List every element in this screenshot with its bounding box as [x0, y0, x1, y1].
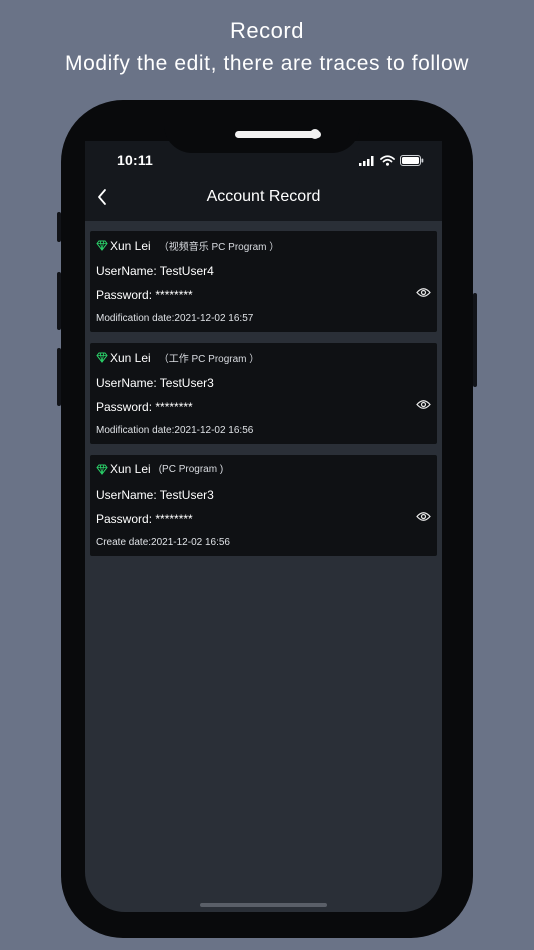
eye-icon [415, 285, 431, 303]
record-username: UserName: TestUser3 [96, 488, 214, 502]
eye-icon [415, 397, 431, 415]
phone-frame: 10:11 Account Record Xun Lei （视频音乐 PC Pr… [57, 100, 477, 938]
volume-up-button [57, 272, 61, 330]
status-time: 10:11 [117, 152, 154, 168]
record-name: Xun Lei [110, 350, 151, 365]
battery-icon [400, 153, 424, 171]
status-icons [359, 153, 424, 171]
record-category: （视频音乐 PC Program ） [158, 242, 280, 253]
power-button [473, 293, 477, 387]
record-category: （工作 PC Program ） [158, 354, 260, 365]
card-header: Xun Lei （工作 PC Program ） [96, 350, 259, 365]
diamond-icon [96, 464, 108, 475]
promo-title: Record [230, 18, 304, 43]
volume-down-button [57, 348, 61, 406]
record-name: Xun Lei [110, 238, 151, 253]
front-camera [310, 129, 320, 139]
record-name: Xun Lei [110, 462, 151, 476]
record-username: UserName: TestUser4 [96, 264, 214, 278]
app-screen: 10:11 Account Record Xun Lei （视频音乐 PC Pr… [85, 141, 442, 912]
mute-switch [57, 212, 61, 242]
promo-subtitle: Modify the edit, there are traces to fol… [65, 52, 469, 75]
header-bar: 10:11 Account Record [85, 141, 442, 221]
record-date: Modification date:2021-12-02 16:56 [96, 425, 254, 436]
show-password-button[interactable] [415, 287, 431, 301]
card-header: Xun Lei （视频音乐 PC Program ） [96, 238, 279, 253]
record-password: Password: ******** [96, 288, 193, 302]
show-password-button[interactable] [415, 399, 431, 413]
record-category: (PC Program ) [158, 463, 224, 475]
record-date: Modification date:2021-12-02 16:57 [96, 313, 254, 324]
record-password: Password: ******** [96, 512, 193, 526]
diamond-icon [96, 352, 108, 363]
card-header: Xun Lei (PC Program ) [96, 462, 223, 476]
record-card[interactable]: Xun Lei (PC Program ) UserName: TestUser… [90, 455, 437, 556]
speaker-grille [235, 131, 321, 138]
record-password: Password: ******** [96, 400, 193, 414]
record-card[interactable]: Xun Lei （视频音乐 PC Program ） UserName: Tes… [90, 231, 437, 332]
signal-icon [359, 153, 375, 171]
phone-notch [164, 100, 360, 153]
diamond-icon [96, 240, 108, 251]
page-title: Account Record [206, 188, 321, 205]
show-password-button[interactable] [415, 511, 431, 525]
record-username: UserName: TestUser3 [96, 376, 214, 390]
record-date: Create date:2021-12-02 16:56 [96, 537, 230, 548]
eye-icon [415, 509, 431, 527]
wifi-icon [380, 153, 395, 171]
record-card[interactable]: Xun Lei （工作 PC Program ） UserName: TestU… [90, 343, 437, 444]
home-indicator[interactable] [200, 903, 327, 907]
